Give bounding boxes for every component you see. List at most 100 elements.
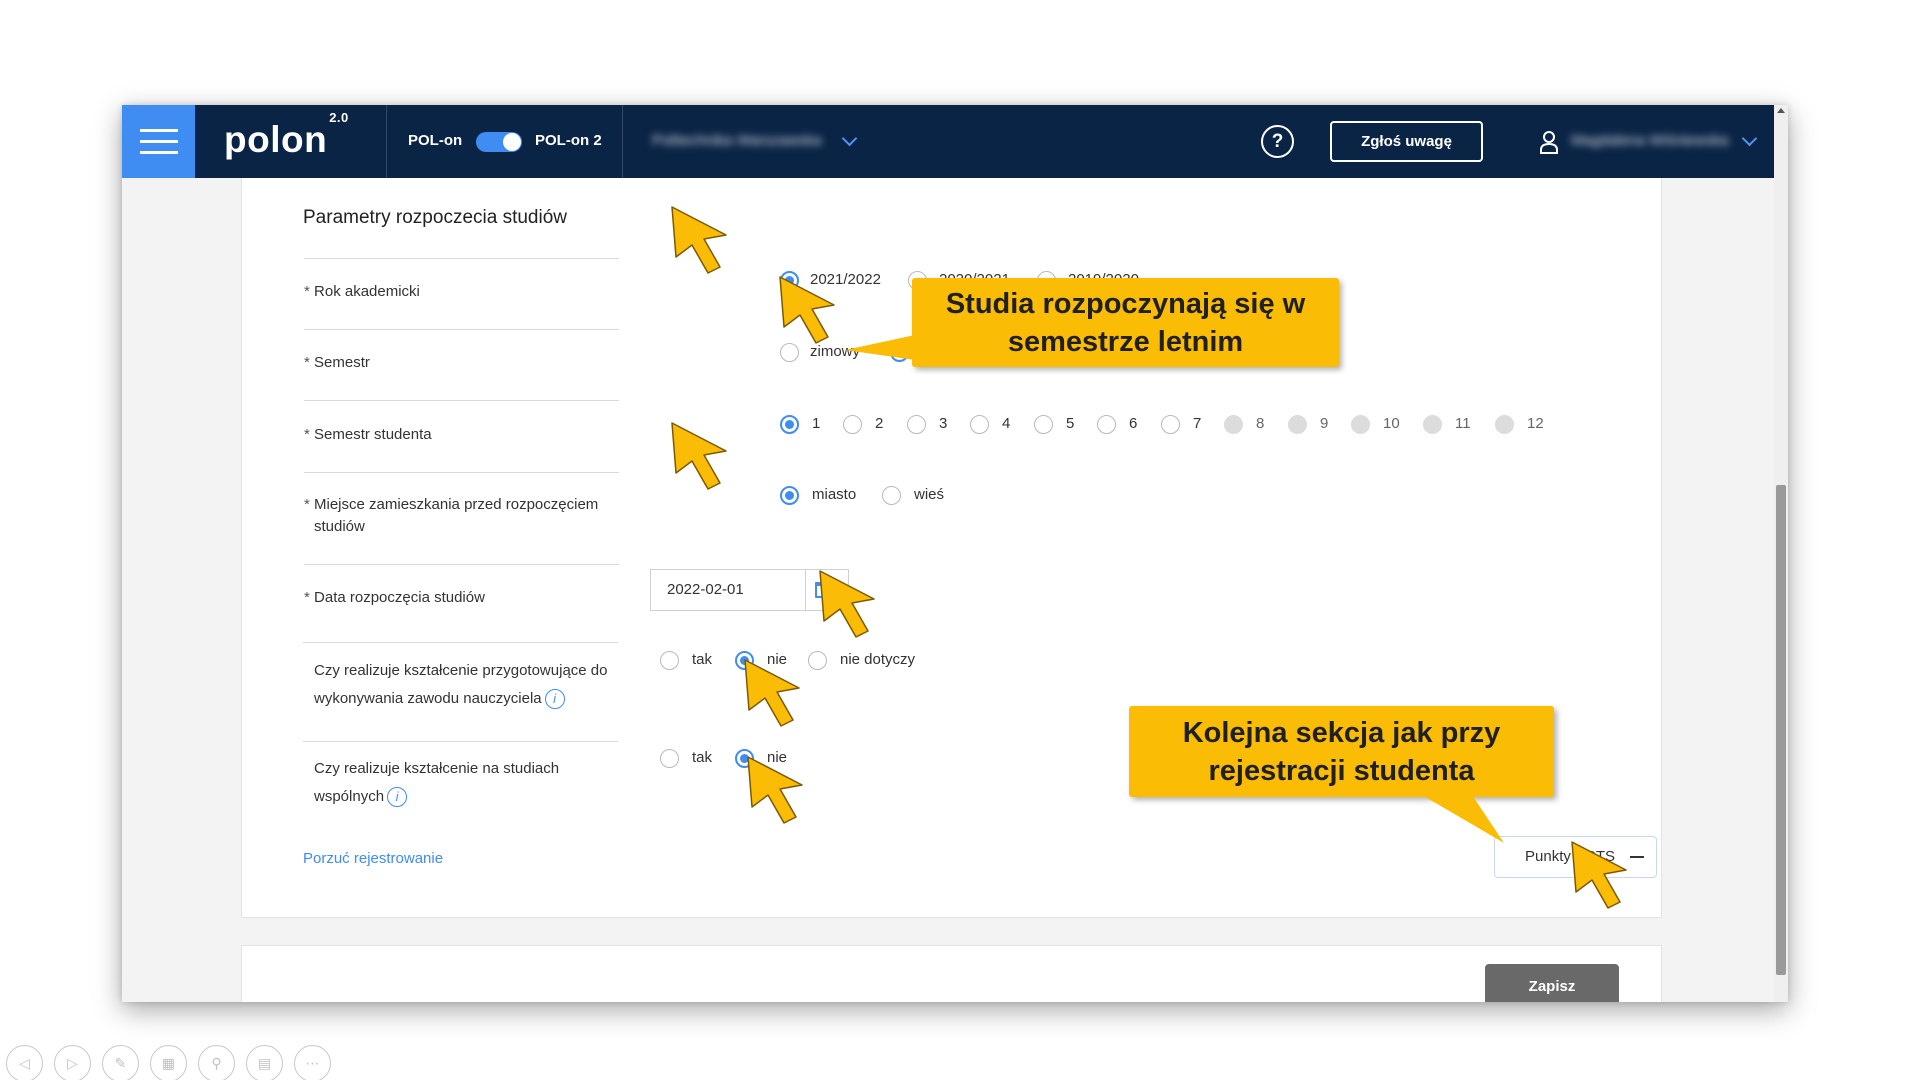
radio-student-semester-6[interactable] bbox=[1097, 415, 1116, 434]
row-divider bbox=[304, 400, 619, 401]
callout-text: semestrze letnim bbox=[1007, 326, 1244, 358]
abandon-registration-link[interactable]: Porzuć rejestrowanie bbox=[303, 850, 443, 867]
cursor-arrow-icon bbox=[744, 659, 800, 727]
radio-student-semester-1[interactable] bbox=[780, 415, 799, 434]
scroll-up-icon[interactable] bbox=[1777, 108, 1785, 113]
slides-icon[interactable]: ▦ bbox=[150, 1045, 187, 1080]
toggle-label-polon: POL-on bbox=[408, 132, 463, 149]
polon-logo[interactable]: polon2.0 bbox=[224, 110, 349, 161]
save-button[interactable]: Zapisz bbox=[1485, 964, 1619, 1002]
chevron-down-icon[interactable] bbox=[1741, 130, 1758, 147]
app-window: polon2.0 POL-on POL-on 2 Politechnika Wa… bbox=[122, 105, 1788, 1002]
radio-student-semester-5[interactable] bbox=[1034, 415, 1053, 434]
cursor-arrow-icon bbox=[819, 570, 875, 638]
presenter-toolbar: ◁ ▷ ✎ ▦ ⚲ ▤ ⋯ bbox=[6, 1045, 331, 1080]
radio-student-semester-11 bbox=[1423, 415, 1442, 434]
field-label-teacher-training: Czy realizuje kształcenie przygotowujące… bbox=[314, 657, 654, 713]
info-icon[interactable]: i bbox=[544, 689, 565, 710]
section-title: Parametry rozpoczecia studiów bbox=[303, 207, 567, 228]
zoom-icon[interactable]: ⚲ bbox=[198, 1045, 235, 1080]
option-label: 3 bbox=[939, 415, 948, 432]
option-label: 5 bbox=[1066, 415, 1075, 432]
option-label: 9 bbox=[1320, 415, 1329, 432]
logo-text: polon bbox=[224, 119, 328, 160]
option-label: nie dotyczy bbox=[840, 651, 916, 668]
radio-residence-city[interactable] bbox=[780, 486, 799, 505]
user-name[interactable]: Magdalena Wiśniewska bbox=[1571, 132, 1729, 149]
radio-residence-village[interactable] bbox=[882, 486, 901, 505]
row-divider bbox=[304, 472, 619, 473]
cursor-arrow-icon bbox=[671, 206, 727, 274]
more-icon[interactable]: ⋯ bbox=[294, 1045, 331, 1080]
radio-student-semester-9 bbox=[1288, 415, 1307, 434]
report-issue-button[interactable]: Zgłoś uwagę bbox=[1330, 121, 1483, 162]
option-label: miasto bbox=[812, 486, 857, 503]
radio-student-semester-7[interactable] bbox=[1161, 415, 1180, 434]
cursor-arrow-icon bbox=[1571, 841, 1627, 909]
field-label-student-semester: * Semestr studenta bbox=[304, 426, 432, 443]
navbar-divider bbox=[622, 105, 623, 178]
radio-teacher-training-na[interactable] bbox=[808, 651, 827, 670]
option-label: 4 bbox=[1002, 415, 1011, 432]
row-divider bbox=[304, 258, 619, 259]
callout-pointer bbox=[845, 335, 915, 360]
help-icon[interactable]: ? bbox=[1261, 125, 1294, 158]
version-toggle[interactable] bbox=[476, 132, 522, 152]
option-label: 10 bbox=[1383, 415, 1400, 432]
radio-joint-studies-yes[interactable] bbox=[660, 749, 679, 768]
field-label-joint-studies: Czy realizuje kształcenie na studiach wsp… bbox=[314, 755, 654, 811]
field-label-semester: * Semestr bbox=[304, 354, 370, 371]
chevron-down-icon[interactable] bbox=[841, 130, 858, 147]
field-label-start-date: * Data rozpoczęcia studiów bbox=[304, 589, 485, 606]
info-icon[interactable]: i bbox=[387, 787, 408, 808]
radio-student-semester-4[interactable] bbox=[970, 415, 989, 434]
radio-teacher-training-yes[interactable] bbox=[660, 651, 679, 670]
radio-student-semester-3[interactable] bbox=[907, 415, 926, 434]
option-label: wieś bbox=[914, 486, 945, 503]
callout-text: Kolejna sekcja jak przy bbox=[1182, 717, 1501, 749]
annotation-callout-summer-semester: Studia rozpoczynają się w semestrze letn… bbox=[912, 278, 1339, 367]
annotation-callout-next-section: Kolejna sekcja jak przy rejestracji stud… bbox=[1129, 706, 1554, 797]
field-label-academic-year: * Rok akademicki bbox=[304, 283, 420, 300]
callout-text: rejestracji studenta bbox=[1208, 755, 1475, 787]
cursor-arrow-icon bbox=[747, 756, 803, 824]
prev-icon[interactable]: ◁ bbox=[6, 1045, 43, 1080]
radio-student-semester-10 bbox=[1351, 415, 1370, 434]
row-divider bbox=[303, 642, 618, 643]
option-label: 12 bbox=[1527, 415, 1544, 432]
row-divider bbox=[303, 741, 618, 742]
navbar-divider bbox=[386, 105, 387, 178]
arrow-right-icon bbox=[1630, 856, 1644, 858]
callout-pointer bbox=[1422, 795, 1504, 843]
option-label: 1 bbox=[812, 415, 821, 432]
scrollbar[interactable] bbox=[1774, 105, 1788, 1002]
option-label: tak bbox=[692, 749, 713, 766]
radio-student-semester-2[interactable] bbox=[843, 415, 862, 434]
institution-selector[interactable]: Politechnika Warszawska bbox=[652, 132, 822, 149]
row-divider bbox=[304, 329, 619, 330]
toggle-label-polon2: POL-on 2 bbox=[535, 132, 602, 149]
option-label: 11 bbox=[1455, 415, 1471, 432]
menu-line-icon bbox=[139, 129, 178, 132]
subtitles-icon[interactable]: ▤ bbox=[246, 1045, 283, 1080]
top-navbar: polon2.0 POL-on POL-on 2 Politechnika Wa… bbox=[122, 105, 1788, 178]
option-label: 8 bbox=[1256, 415, 1265, 432]
field-label-residence: * Miejsce zamieszkania przed rozpoczęcie… bbox=[304, 496, 599, 535]
user-icon[interactable] bbox=[1539, 130, 1559, 154]
logo-version: 2.0 bbox=[329, 109, 349, 125]
cursor-arrow-icon bbox=[671, 422, 727, 490]
menu-line-icon bbox=[139, 140, 178, 143]
radio-student-semester-12 bbox=[1495, 415, 1514, 434]
start-date-input[interactable]: 2022-02-01 bbox=[650, 569, 806, 611]
callout-text: Studia rozpoczynają się w bbox=[945, 288, 1306, 320]
next-icon[interactable]: ▷ bbox=[54, 1045, 91, 1080]
row-divider bbox=[304, 564, 619, 565]
option-label: tak bbox=[692, 651, 713, 668]
menu-line-icon bbox=[139, 151, 178, 154]
pen-icon[interactable]: ✎ bbox=[102, 1045, 139, 1080]
scroll-thumb[interactable] bbox=[1776, 485, 1786, 975]
option-label: 7 bbox=[1193, 415, 1202, 432]
option-label: 6 bbox=[1129, 415, 1138, 432]
cursor-arrow-icon bbox=[779, 276, 835, 344]
hamburger-menu-button[interactable] bbox=[122, 105, 195, 178]
